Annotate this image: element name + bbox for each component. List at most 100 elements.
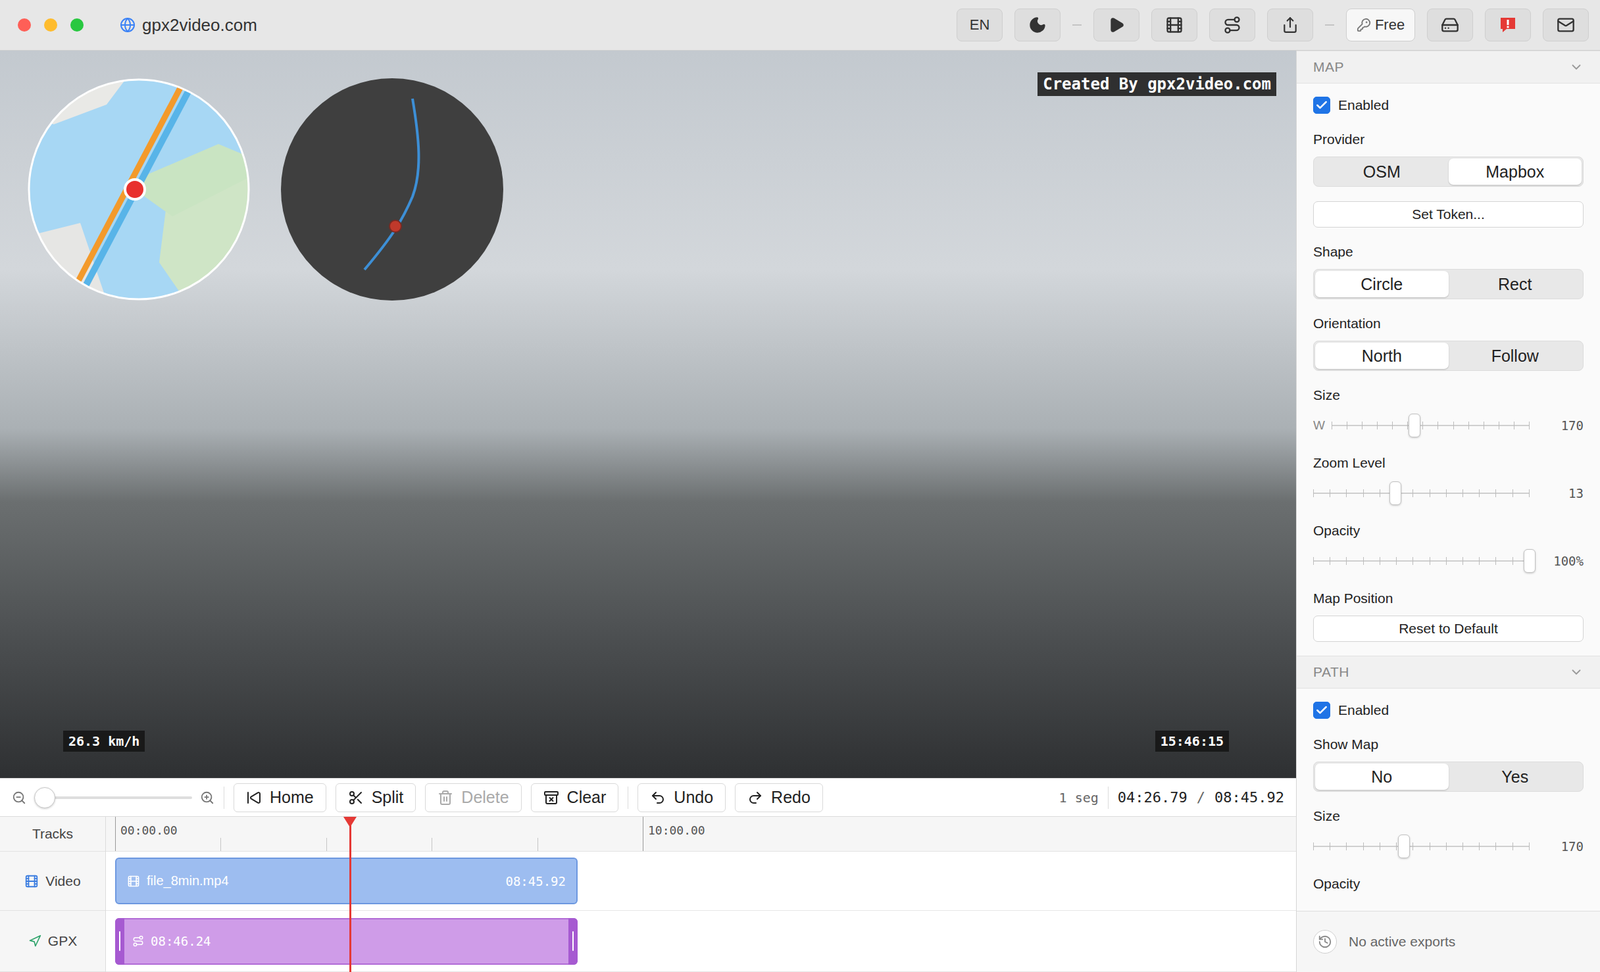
route-button[interactable] — [1209, 8, 1256, 42]
history-button[interactable] — [1313, 930, 1337, 954]
timeline-button[interactable]: Redo — [734, 783, 824, 813]
timeline-button[interactable]: Home — [233, 783, 327, 813]
section-header[interactable]: MAP — [1296, 50, 1600, 84]
checkbox-row[interactable]: Enabled — [1313, 700, 1584, 721]
panel-button[interactable]: Set Token... — [1313, 201, 1584, 228]
timeline-button[interactable]: Split — [335, 783, 417, 813]
section-title: MAP — [1313, 59, 1345, 75]
trim-handle[interactable] — [115, 918, 125, 966]
map-overlay[interactable] — [27, 78, 250, 304]
slider-track[interactable] — [1313, 839, 1530, 854]
video-preview: Created By gpx2video.com26.3 km/h15:46:1… — [0, 50, 1297, 779]
language-button[interactable]: EN — [956, 8, 1003, 42]
segmented-control[interactable]: NorthFollow — [1313, 340, 1584, 372]
segment-option[interactable]: Follow — [1448, 342, 1583, 370]
button-label: Split — [371, 788, 404, 808]
zoom-slider[interactable] — [34, 796, 193, 800]
segment-option[interactable]: Circle — [1315, 271, 1449, 298]
slider-tick — [1376, 421, 1378, 430]
minimize-button[interactable] — [44, 18, 58, 32]
timeline-button[interactable]: Clear — [530, 783, 620, 813]
slider-knob[interactable] — [1408, 413, 1421, 438]
alert-button[interactable] — [1484, 8, 1531, 42]
mail-button[interactable] — [1542, 8, 1589, 42]
timeline: TracksVideoGPX00:00.0010:00.00file_8min.… — [0, 817, 1297, 972]
slider-tick — [1462, 557, 1464, 566]
checkbox[interactable] — [1313, 701, 1331, 720]
segment-option[interactable]: No — [1315, 763, 1449, 791]
section-body: EnabledShow MapNoYesSize170Opacity — [1296, 688, 1600, 908]
minor-tick — [537, 838, 539, 852]
time-ruler[interactable]: 00:00.0010:00.00 — [105, 817, 1297, 852]
slider[interactable]: W170 — [1313, 412, 1584, 439]
segment-option[interactable]: OSM — [1315, 158, 1449, 185]
video-clip[interactable]: file_8min.mp408:45.92 — [115, 857, 578, 905]
video-button[interactable] — [1151, 8, 1198, 42]
zoom-button[interactable] — [70, 18, 84, 32]
drive-button[interactable] — [1426, 8, 1474, 42]
slider-tick — [1528, 489, 1530, 498]
button-label: Undo — [673, 788, 714, 808]
trim-handle[interactable] — [568, 918, 578, 966]
slider-reading: 170 — [1537, 839, 1584, 854]
section-header[interactable]: PATH — [1296, 655, 1600, 689]
slider-prefix: W — [1313, 418, 1324, 433]
segment-option[interactable]: Rect — [1448, 271, 1583, 298]
button-icon — [650, 790, 666, 806]
field: ProviderOSMMapbox — [1313, 129, 1584, 187]
checkbox-label: Enabled — [1338, 97, 1389, 114]
track-row: 08:46.24 — [105, 911, 1297, 972]
play-button[interactable] — [1093, 8, 1140, 42]
segment-option[interactable]: Yes — [1448, 763, 1583, 791]
segmented-control[interactable]: CircleRect — [1313, 269, 1584, 300]
track-area[interactable]: 00:00.0010:00.00 file_8min.mp408:45.92 08:… — [105, 817, 1297, 972]
play-icon — [1107, 16, 1125, 34]
slider[interactable]: 100% — [1313, 548, 1584, 575]
slider-track[interactable] — [1313, 486, 1530, 501]
slider-tick — [1379, 842, 1381, 851]
export-button[interactable] — [1267, 8, 1314, 42]
panel-button[interactable]: Reset to Default — [1313, 615, 1584, 643]
field: SizeW170 — [1313, 385, 1584, 439]
slider[interactable]: 13 — [1313, 480, 1584, 507]
close-button[interactable] — [17, 18, 31, 32]
slider-tick — [1363, 489, 1364, 498]
segmented-control[interactable]: OSMMapbox — [1313, 156, 1584, 187]
button-label: Home — [269, 788, 314, 808]
playhead-handle[interactable] — [343, 817, 357, 828]
slider-tick — [1446, 557, 1447, 566]
mail-icon — [1556, 15, 1575, 35]
field: Set Token... — [1313, 201, 1584, 228]
timeline-button[interactable]: Undo — [637, 783, 726, 813]
segment-option[interactable]: Mapbox — [1448, 158, 1583, 185]
gpx-clip[interactable]: 08:46.24 — [115, 918, 578, 966]
slider-knob[interactable] — [1398, 834, 1410, 859]
slider-knob[interactable] — [1389, 481, 1402, 506]
slider-knob[interactable] — [1523, 549, 1536, 574]
zoom-knob[interactable] — [34, 787, 56, 809]
zoom-in-icon[interactable] — [200, 790, 215, 806]
theme-button[interactable] — [1014, 8, 1061, 42]
zoom-out-icon[interactable] — [11, 790, 27, 806]
slider-tick — [1412, 557, 1414, 566]
segment-option[interactable]: North — [1315, 342, 1449, 370]
slider-tick — [1512, 489, 1514, 498]
timeline-button[interactable]: Delete — [425, 783, 522, 813]
slider-tick — [1446, 489, 1447, 498]
globe-icon — [119, 17, 136, 33]
plan-button[interactable]: Free — [1346, 8, 1416, 42]
slider-track[interactable] — [1331, 418, 1530, 433]
playhead[interactable] — [349, 817, 352, 972]
slider-tick — [1478, 489, 1480, 498]
checkbox[interactable] — [1313, 96, 1331, 114]
slider-tick — [1483, 421, 1485, 430]
slider-tick — [1422, 421, 1424, 430]
segmented-control[interactable]: NoYes — [1313, 761, 1584, 793]
slider-track[interactable] — [1313, 553, 1530, 569]
slider-line — [1313, 560, 1530, 562]
film-icon — [24, 874, 39, 889]
slider[interactable]: 170 — [1313, 833, 1584, 860]
path-overlay-wrap[interactable] — [280, 78, 504, 304]
field: Zoom Level13 — [1313, 453, 1584, 507]
checkbox-row[interactable]: Enabled — [1313, 95, 1584, 116]
